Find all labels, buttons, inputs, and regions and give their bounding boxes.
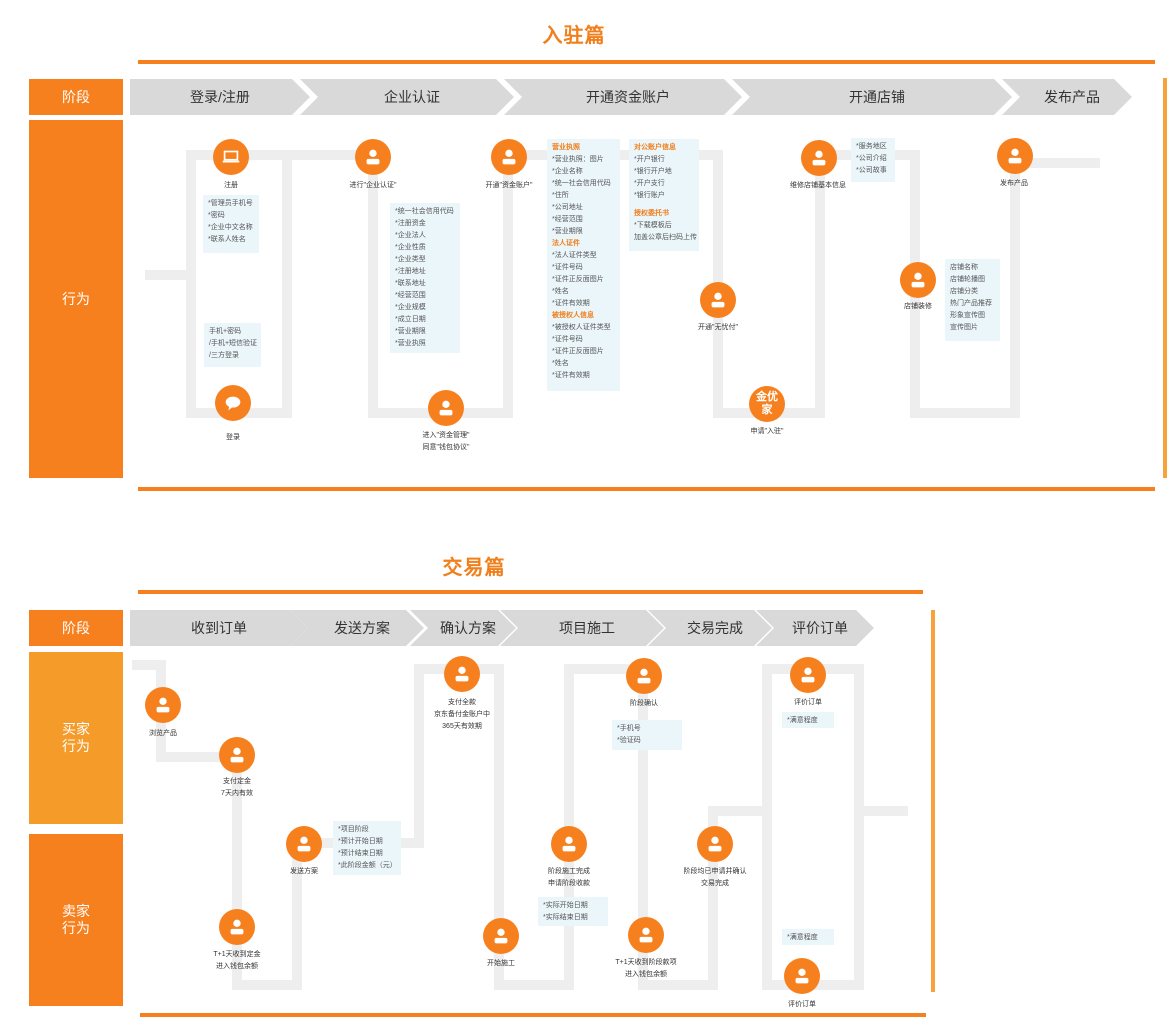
stage-chevron: 发布产品 [1002,79,1132,115]
node-caption: 阶段施工完成 申请阶段收款 [548,868,590,887]
info-box: *项目阶段 *预计开始日期 *预计结束日期 *此阶段金额（元） [333,821,401,875]
stage-chevron: 收到订单 [130,610,308,646]
user-icon [997,138,1033,174]
section1-stage-label: 阶段 [29,79,123,115]
user-icon [697,826,733,862]
user-icon [551,826,587,862]
info-box: *满意程度 [782,929,834,945]
user-icon [491,139,527,175]
info-box: *统一社会信用代码 *注册资金 *企业法人 *企业性质 *企业类型 *注册地址 … [390,203,460,353]
node-caption: 发送方案 [290,868,318,875]
section1-top-rule [138,60,1155,64]
node-caption: 评价订单 [794,699,822,706]
section2-seller-label: 卖家 行为 [29,834,123,1006]
node-caption: 登录 [226,434,240,441]
user-icon [626,658,662,694]
stage-chevron: 企业认证 [300,79,514,115]
node-caption: 申请"入驻" [750,428,784,435]
user-icon [428,390,464,426]
section2-buyer-label: 买家 行为 [29,652,123,824]
user-icon [784,958,820,994]
section2-right-rule [931,610,935,992]
chat-icon [215,385,251,421]
stage-chevron: 交易完成 [648,610,772,646]
info-box: *手机号 *验证码 [612,720,682,750]
user-icon [444,656,480,692]
user-icon [219,909,255,945]
node-caption: 进入"资金管理" 同意"钱包协议" [422,432,470,451]
user-icon [900,262,936,298]
stage-chevron: 评价订单 [756,610,874,646]
info-box: *实际开始日期 *实际结束日期 [538,897,608,926]
node-caption: 注册 [224,182,238,189]
info-box: 店铺名称 店铺轮播图 店铺分类 热门产品推荐 形象宣传图 宣传图片 [945,259,1000,341]
node-caption: 开始施工 [487,960,515,967]
stage-chevron: 登录/注册 [130,79,310,115]
node-caption: 发布产品 [1000,180,1028,187]
node-caption: 支付全款 京东备付金账户中 365天有效期 [434,699,490,730]
user-icon [790,657,826,693]
info-box: *服务地区 *公司介绍 *公司故事 [851,138,895,182]
info-box: *满意程度 [782,712,834,728]
laptop-icon [213,139,249,175]
section1-right-rule [1163,78,1167,478]
user-icon [219,737,255,773]
stage-chevron: 发送方案 [290,610,424,646]
stage-chevron: 开通资金账户 [504,79,742,115]
section1-behavior-label: 行为 [29,120,123,478]
section1-bottom-rule [138,487,1155,491]
stage-chevron: 开通店铺 [732,79,1012,115]
info-box: *管理员手机号 *密码 *企业中文名称 *联系人姓名 [203,195,259,253]
section2-top-rule [138,590,923,594]
section2-stage-label: 阶段 [29,610,123,646]
section2-bottom-rule [140,1013,926,1017]
node-caption: 支付定金 7天内有效 [221,778,253,797]
node-caption: 浏览产品 [149,730,177,737]
stage-chevron: 确认方案 [410,610,516,646]
node-caption: 开通"无忧付" [698,324,738,331]
node-caption: 阶段均已申请并确认 交易完成 [683,868,747,887]
info-box: 营业执照 *营业执照：图片 *企业名称 *统一社会信用代码 *住所 *公司地址 … [547,139,620,391]
user-icon [355,139,391,175]
section1-title: 入驻篇 [542,25,606,47]
node-caption: 评价订单 [788,1001,816,1008]
user-icon [286,826,322,862]
jinyoujia-logo-text: 金优家 [756,391,778,416]
node-caption: 开通"资金账户" [485,182,533,189]
node-caption: T+1天收到定金 进入钱包余额 [213,951,261,970]
node-caption: 维修店铺基本信息 [790,182,846,189]
user-icon [801,140,837,176]
stage-chevron: 项目施工 [500,610,664,646]
node-caption: 阶段确认 [630,700,658,707]
info-box: 手机+密码 /手机+短信验证 /三方登录 [204,323,261,367]
info-box: 对公账户信息 *开户银行 *银行开户地 *开户支行 *银行账户 授权委托书 *下… [629,139,699,251]
jinyoujia-logo: 金优家 [749,386,785,422]
node-caption: 进行"企业认证" [349,182,397,189]
user-icon [628,917,664,953]
node-caption: T+1天收到阶段款项 进入钱包余额 [615,959,677,978]
user-icon [700,282,736,318]
section2-title: 交易篇 [442,557,506,579]
user-icon [483,918,519,954]
user-icon [145,687,181,723]
